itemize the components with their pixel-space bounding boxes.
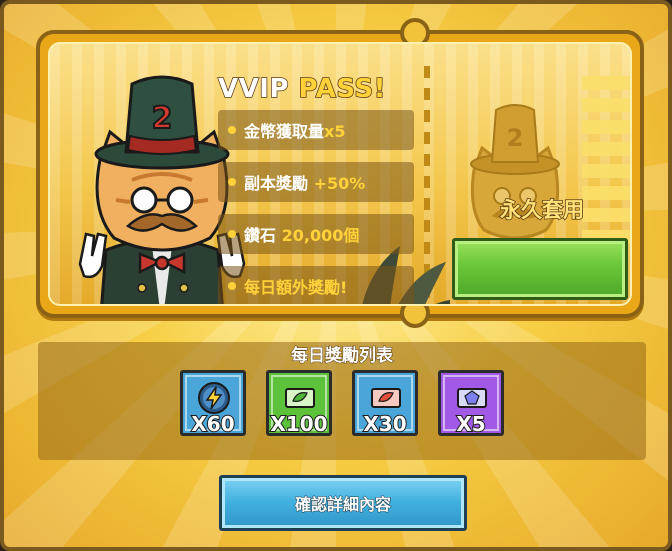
- daily-rewards-title: 每日獎勵列表: [291, 346, 394, 367]
- bullet-icon: [228, 178, 236, 186]
- red-ticket-icon: [371, 388, 401, 408]
- stub-hat-number: 2: [507, 124, 524, 152]
- pass-title-pass: PASS!: [298, 73, 386, 105]
- purple-gem-icon: [457, 388, 487, 408]
- confirm-details-button[interactable]: 確認詳細內容: [219, 475, 467, 531]
- bullet-icon: [228, 282, 236, 290]
- stub-stripes: [582, 76, 630, 252]
- feature-value: +50%: [313, 174, 366, 193]
- feature-value: x5: [324, 122, 346, 141]
- bullet-icon: [228, 126, 236, 134]
- reward-quantity: X100: [269, 411, 328, 437]
- feature-dungeon: 副本獎勵 +50%: [218, 162, 414, 202]
- reward-item-energy[interactable]: X60: [180, 370, 246, 437]
- lightning-icon: [198, 382, 230, 414]
- vvip-pass-panel: 2 VVIP PASS! 金幣獲取量x5 副本獎勵 +50% 鑽石 20,000…: [0, 0, 672, 551]
- feature-label: 鑽石: [244, 226, 277, 245]
- feature-diamonds: 鑽石 20,000個: [218, 214, 414, 254]
- feature-value: 20,000個: [281, 226, 360, 245]
- reward-item-purple-gem[interactable]: X5: [438, 370, 504, 437]
- reward-item-green-ticket[interactable]: X100: [266, 370, 332, 437]
- reward-item-red-ticket[interactable]: X30: [352, 370, 418, 437]
- green-ticket-icon: [285, 388, 315, 408]
- reward-quantity: X60: [190, 411, 235, 437]
- purchase-button[interactable]: [452, 238, 628, 300]
- ticket-stub: 2 永久套用: [452, 66, 630, 304]
- feature-label: 金幣獲取量: [244, 122, 325, 141]
- permanent-label: 永久套用: [499, 197, 585, 223]
- bullet-icon: [228, 230, 236, 238]
- pass-title-vvip: VVIP: [217, 73, 289, 105]
- reward-quantity: X5: [455, 411, 486, 437]
- feature-label: 每日額外獎勵!: [244, 278, 348, 297]
- feature-coins: 金幣獲取量x5: [218, 110, 414, 150]
- vvip-pass-ticket: 2 VVIP PASS! 金幣獲取量x5 副本獎勵 +50% 鑽石 20,000…: [36, 18, 644, 328]
- feature-label: 副本獎勵: [244, 174, 309, 193]
- feature-daily-bonus: 每日額外獎勵!: [218, 266, 414, 304]
- reward-quantity: X30: [362, 411, 407, 437]
- hat-number: 2: [152, 101, 173, 136]
- daily-rewards-panel: 每日獎勵列表 X60 X100 X30 X5: [38, 342, 646, 460]
- ticket-inner: 2 VVIP PASS! 金幣獲取量x5 副本獎勵 +50% 鑽石 20,000…: [48, 42, 632, 306]
- pass-title: VVIP PASS!: [217, 73, 418, 108]
